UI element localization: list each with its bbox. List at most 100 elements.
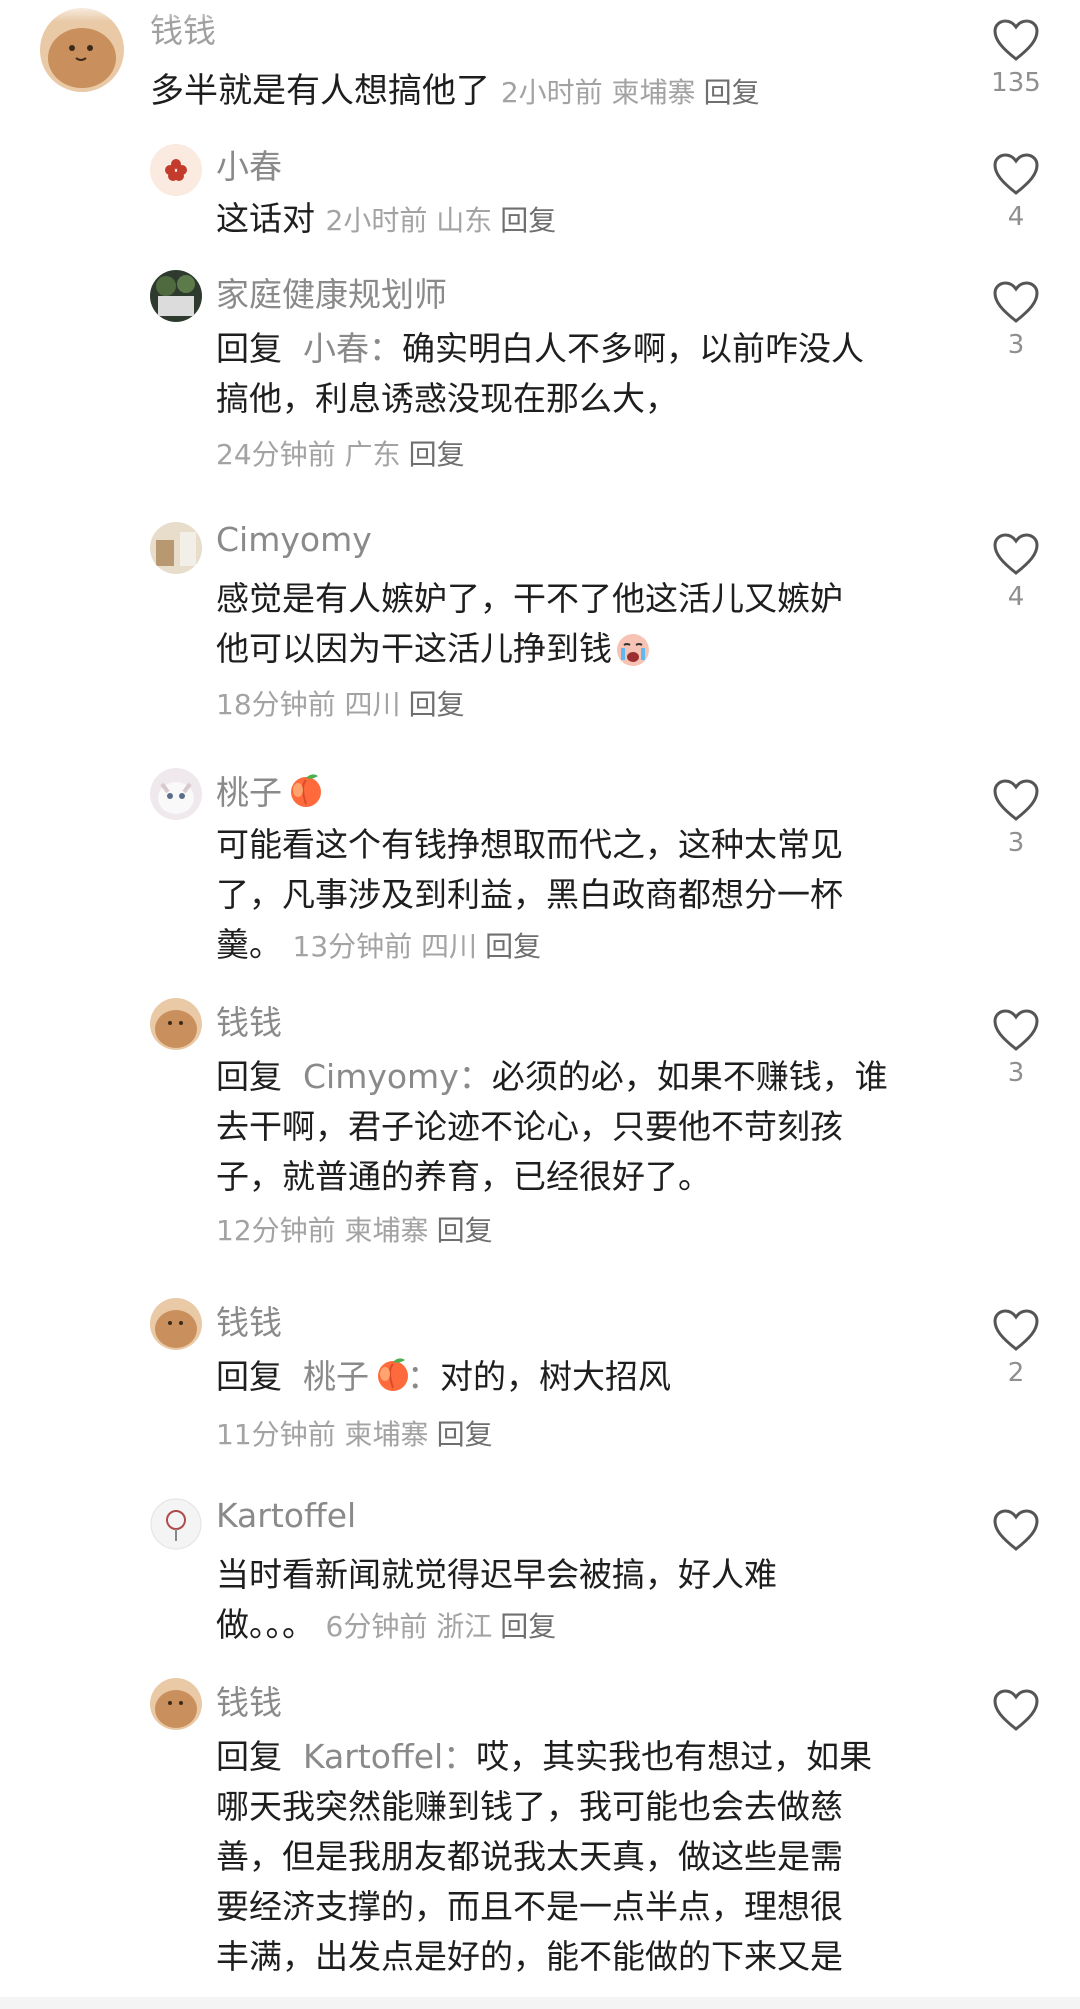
- username[interactable]: 钱钱: [216, 1296, 282, 1344]
- username[interactable]: Cimyomy: [216, 520, 372, 559]
- comment-text: 羹。: [216, 925, 282, 964]
- reply-link[interactable]: 回复: [409, 688, 465, 721]
- user-avatar[interactable]: [150, 1298, 202, 1350]
- comment-text-line: 当时看新闻就觉得迟早会被搞，好人难: [216, 1550, 777, 1600]
- user-avatar[interactable]: [150, 144, 202, 196]
- like-button[interactable]: 4: [986, 532, 1046, 612]
- top-fade-overlay: [0, 0, 1080, 22]
- comment-text: 善，但是我朋友都说我太天真，做这些是需: [216, 1837, 843, 1876]
- heart-outline-icon: [993, 779, 1039, 821]
- user-avatar[interactable]: [150, 1498, 202, 1550]
- like-button[interactable]: [986, 1508, 1046, 1552]
- comment-text-line: 回复 小春：确实明白人不多啊，以前咋没人: [216, 324, 864, 374]
- comment-text-line: 去干啊，君子论迹不论心，只要他不苛刻孩: [216, 1102, 843, 1152]
- comment-text-line: 回复 Cimyomy：必须的必，如果不赚钱，谁: [216, 1052, 888, 1102]
- comment-text-line: 回复 桃子 ：对的，树大招风: [216, 1352, 671, 1402]
- user-avatar[interactable]: [150, 270, 202, 322]
- comment-text: 多半就是有人想搞他了: [150, 71, 490, 111]
- like-count: 2: [1007, 1358, 1025, 1388]
- heart-outline-icon: [993, 1309, 1039, 1351]
- comment-text: 要经济支撑的，而且不是一点半点，理想很: [216, 1887, 843, 1926]
- username[interactable]: 小春: [216, 140, 282, 188]
- like-button[interactable]: [986, 1688, 1046, 1732]
- comment-text: 他可以因为干这活儿挣到钱: [216, 629, 612, 668]
- comment-text: 当时看新闻就觉得迟早会被搞，好人难: [216, 1555, 777, 1594]
- user-avatar[interactable]: [150, 998, 202, 1050]
- comment-text: 感觉是有人嫉妒了，干不了他这活儿又嫉妒: [216, 579, 843, 618]
- like-count: 135: [991, 68, 1041, 98]
- comment-text-line: 感觉是有人嫉妒了，干不了他这活儿又嫉妒: [216, 574, 843, 624]
- comment-text: 哎，其实我也有想过，如果: [476, 1737, 873, 1776]
- user-avatar[interactable]: [150, 522, 202, 574]
- comment-text-line: 善，但是我朋友都说我太天真，做这些是需: [216, 1832, 843, 1882]
- like-count: 4: [1007, 202, 1025, 232]
- comment-text: 对的，树大招风: [439, 1357, 671, 1396]
- like-count: 3: [1007, 1058, 1025, 1088]
- reply-prefix: 回复: [216, 1357, 282, 1396]
- comment-text: 去干啊，君子论迹不论心，只要他不苛刻孩: [216, 1107, 843, 1146]
- reply-to-user[interactable]: 桃子：: [303, 1357, 440, 1396]
- reply-link[interactable]: 回复: [500, 1610, 556, 1643]
- heart-outline-icon: [993, 1509, 1039, 1551]
- comment-text-line: 羹。 13分钟前 四川 回复: [216, 920, 541, 972]
- username[interactable]: 钱钱: [216, 1676, 282, 1724]
- like-count: 3: [1007, 828, 1025, 858]
- reply-to-user[interactable]: Kartoffel：: [303, 1737, 476, 1776]
- like-button[interactable]: 135: [986, 18, 1046, 98]
- comment-text: 了，凡事涉及到利益，黑白政商都想分一杯: [216, 875, 843, 914]
- reply-link[interactable]: 回复: [704, 76, 760, 109]
- reply-link[interactable]: 回复: [485, 930, 541, 963]
- comment-text-line: 回复 Kartoffel：哎，其实我也有想过，如果: [216, 1732, 872, 1782]
- reply-prefix: 回复: [216, 329, 282, 368]
- username[interactable]: 桃子: [216, 766, 321, 814]
- heart-outline-icon: [993, 281, 1039, 323]
- comment-meta: 12分钟前 柬埔寨 回复: [216, 1214, 493, 1247]
- comment-text: 做。。。: [216, 1605, 315, 1644]
- like-button[interactable]: 4: [986, 152, 1046, 232]
- comment-meta: 6分钟前 浙江 回复: [325, 1610, 557, 1643]
- reply-to-user[interactable]: 小春：: [303, 329, 402, 368]
- comment-meta: 11分钟前 柬埔寨 回复: [216, 1418, 493, 1451]
- like-button[interactable]: 3: [986, 1008, 1046, 1088]
- like-button[interactable]: 3: [986, 778, 1046, 858]
- heart-outline-icon: [993, 153, 1039, 195]
- peach-emoji-icon: [286, 770, 321, 807]
- reply-prefix: 回复: [216, 1057, 282, 1096]
- like-count: 3: [1007, 330, 1025, 360]
- username[interactable]: 家庭健康规划师: [216, 268, 447, 316]
- comment-text: 必须的必，如果不赚钱，谁: [491, 1057, 888, 1096]
- user-avatar[interactable]: [150, 768, 202, 820]
- heart-outline-icon: [993, 533, 1039, 575]
- comment-meta: 2小时前 柬埔寨 回复: [500, 76, 760, 109]
- comment-text-line: 子，就普通的养育，已经很好了。: [216, 1152, 711, 1202]
- comment-text: 子，就普通的养育，已经很好了。: [216, 1157, 711, 1196]
- username[interactable]: 钱钱: [216, 996, 282, 1044]
- like-button[interactable]: 2: [986, 1308, 1046, 1388]
- crying-emoji-icon: [614, 630, 652, 668]
- comment-text: 丰满，出发点是好的，能不能做的下来又是: [216, 1937, 843, 1976]
- reply-link[interactable]: 回复: [437, 1418, 493, 1451]
- comment-text: 搞他，利息诱惑没现在那么大，: [216, 379, 678, 418]
- comment-text-line: 哪天我突然能赚到钱了，我可能也会去做慈: [216, 1782, 843, 1832]
- comment-text: 可能看这个有钱挣想取而代之，这种太常见: [216, 825, 843, 864]
- comment-text-line: 丰满，出发点是好的，能不能做的下来又是: [216, 1932, 843, 1982]
- reply-link[interactable]: 回复: [500, 204, 556, 237]
- like-count: 4: [1007, 582, 1025, 612]
- comment-text: 哪天我突然能赚到钱了，我可能也会去做慈: [216, 1787, 843, 1826]
- like-button[interactable]: 3: [986, 280, 1046, 360]
- reply-prefix: 回复: [216, 1737, 282, 1776]
- username[interactable]: Kartoffel: [216, 1496, 356, 1535]
- reply-to-user[interactable]: Cimyomy：: [303, 1057, 492, 1096]
- comment-meta: 13分钟前 四川 回复: [292, 930, 542, 963]
- reply-link[interactable]: 回复: [409, 438, 465, 471]
- heart-outline-icon: [993, 1009, 1039, 1051]
- heart-outline-icon: [993, 19, 1039, 61]
- user-avatar[interactable]: [150, 1678, 202, 1730]
- comment-meta: 24分钟前 广东 回复: [216, 438, 465, 471]
- comment-text-line: 要经济支撑的，而且不是一点半点，理想很: [216, 1882, 843, 1932]
- comment-text-line: 多半就是有人想搞他了 2小时前 柬埔寨 回复: [150, 66, 760, 118]
- comment-text: 这话对: [216, 199, 315, 238]
- reply-link[interactable]: 回复: [437, 1214, 493, 1247]
- comment-meta: 2小时前 山东 回复: [325, 204, 557, 237]
- comment-text-line: 这话对 2小时前 山东 回复: [216, 194, 556, 246]
